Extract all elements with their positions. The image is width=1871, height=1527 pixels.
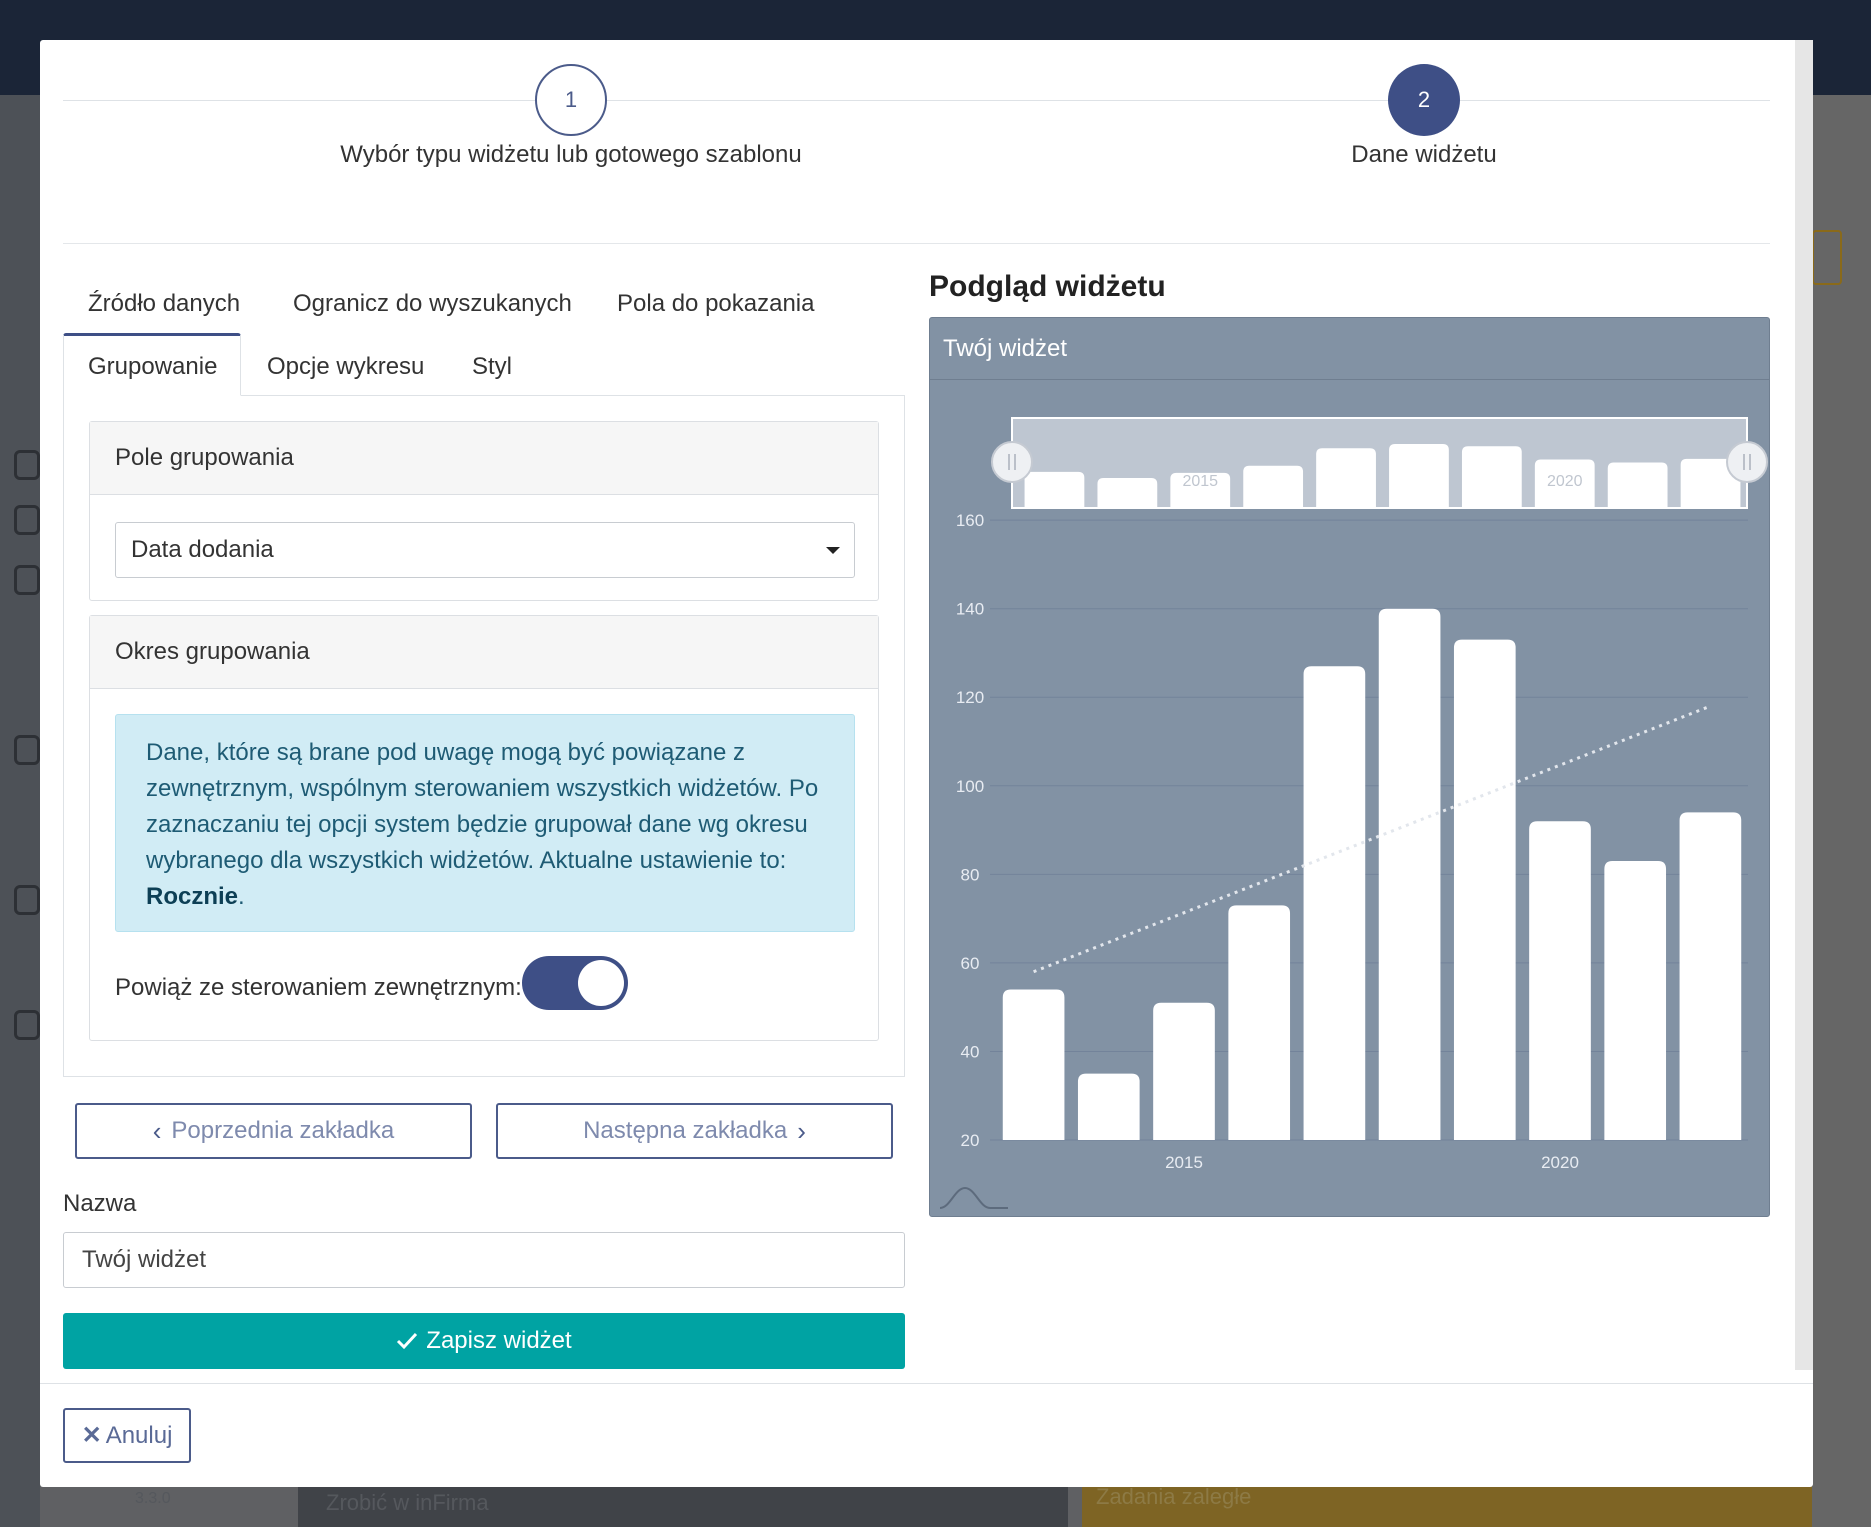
- grouping-field-value: Data dodania: [131, 536, 274, 563]
- navigator-handle: [1726, 441, 1768, 483]
- navigator-tick-label: 2020: [1547, 473, 1583, 490]
- sidebar-icon: [14, 565, 40, 595]
- y-tick-label: 80: [961, 865, 980, 884]
- next-tab-button[interactable]: Następna zakładka ›: [496, 1103, 893, 1159]
- step-2-label: Dane widżetu: [1351, 141, 1497, 168]
- external-control-label: Powiąż ze sterowaniem zewnętrznym:: [115, 974, 522, 1001]
- sidebar-icon: [14, 885, 40, 915]
- sidebar-icon: [14, 450, 40, 480]
- y-tick-label: 40: [961, 1042, 980, 1061]
- cancel-label: Anuluj: [105, 1421, 173, 1449]
- preview-title: Podgląd widżetu: [929, 270, 1166, 303]
- external-control-toggle[interactable]: [522, 956, 628, 1010]
- footer-divider: [40, 1383, 1813, 1384]
- navigator-bar: [1389, 444, 1449, 508]
- navigator-bar: [1461, 446, 1522, 508]
- cancel-button[interactable]: ✕ Anuluj: [63, 1408, 191, 1463]
- chart-bar: [1604, 861, 1667, 1140]
- grouping-period-title: Okres grupowania: [90, 616, 878, 689]
- navigator-handle: [991, 441, 1033, 483]
- background-right-area: [1812, 95, 1871, 1527]
- tab-grouping[interactable]: Grupowanie: [88, 353, 217, 381]
- y-tick-label: 100: [956, 777, 984, 796]
- wave-icon: [939, 1186, 1008, 1209]
- save-widget-label: Zapisz widżet: [426, 1327, 572, 1354]
- x-tick-label: 2015: [1165, 1153, 1203, 1172]
- grouping-period-card: Okres grupowania Dane, które są brane po…: [89, 615, 879, 1041]
- navigator-bar: [1097, 478, 1158, 508]
- info-text: Dane, które są brane pod uwagę mogą być …: [146, 739, 819, 874]
- navigator-tick-label: 2015: [1182, 473, 1218, 490]
- chevron-left-icon: ‹: [152, 1115, 162, 1146]
- previous-tab-button[interactable]: ‹ Poprzednia zakładka: [75, 1103, 472, 1159]
- grouping-field-title: Pole grupowania: [90, 422, 878, 495]
- background-sidebar: [0, 95, 40, 1527]
- check-icon: [397, 1332, 418, 1350]
- save-widget-button[interactable]: Zapisz widżet: [63, 1313, 905, 1369]
- y-tick-label: 120: [956, 688, 984, 707]
- y-tick-label: 160: [956, 511, 984, 530]
- chart-bar: [1153, 1002, 1215, 1140]
- background-accent: [1812, 230, 1842, 285]
- info-value: Rocznie: [146, 883, 239, 910]
- widget-preview: Twój widżet 20 40 60 80 100 120 140 160 2015 2020…: [929, 317, 1770, 1217]
- chart-bar: [1679, 812, 1742, 1140]
- tab-style[interactable]: Styl: [472, 353, 512, 381]
- name-label: Nazwa: [63, 1190, 137, 1217]
- y-tick-label: 60: [961, 954, 980, 973]
- y-tick-label: 20: [961, 1131, 980, 1150]
- info-alert: Dane, które są brane pod uwagę mogą być …: [115, 714, 855, 932]
- x-tick-label: 2020: [1541, 1153, 1579, 1172]
- chart-bar: [1002, 989, 1065, 1140]
- sidebar-icon: [14, 1010, 40, 1040]
- chart[interactable]: 20 40 60 80 100 120 140 160 2015 2020 2015 2020: [930, 318, 1771, 1218]
- step-1-circle[interactable]: 1: [535, 64, 607, 136]
- sidebar-icon: [14, 505, 40, 535]
- navigator-bar: [1024, 471, 1085, 508]
- sidebar-icon: [14, 735, 40, 765]
- caret-down-icon: [826, 547, 840, 554]
- chart-bar: [1077, 1073, 1140, 1140]
- chart-bar: [1453, 639, 1516, 1140]
- modal-scrollbar[interactable]: [1795, 40, 1813, 1370]
- step-2-circle[interactable]: 2: [1388, 64, 1460, 136]
- tab-limit-to-search[interactable]: Ogranicz do wyszukanych: [293, 290, 572, 318]
- navigator-bar: [1316, 448, 1376, 508]
- navigator-bar: [1243, 465, 1304, 508]
- toggle-knob: [578, 960, 624, 1006]
- background-panel-title: Zrobić w inFirma: [298, 1484, 1068, 1527]
- stepper-line: [63, 100, 1770, 101]
- step-1-label: Wybór typu widżetu lub gotowego szablonu: [340, 141, 802, 168]
- app-version: 3.3.0: [135, 1490, 171, 1507]
- previous-tab-label: Poprzednia zakładka: [171, 1117, 395, 1144]
- chart-bar: [1529, 821, 1591, 1140]
- chart-bar: [1378, 608, 1441, 1140]
- grouping-field-card: Pole grupowania Data dodania: [89, 421, 879, 601]
- tab-chart-options[interactable]: Opcje wykresu: [267, 353, 424, 381]
- grouping-field-select[interactable]: Data dodania: [115, 522, 855, 578]
- info-suffix: .: [238, 883, 245, 910]
- tab-data-source[interactable]: Źródło danych: [88, 290, 240, 318]
- tab-fields-to-show[interactable]: Pola do pokazania: [617, 290, 814, 318]
- y-tick-label: 140: [956, 600, 984, 619]
- chart-bar: [1228, 905, 1291, 1140]
- chart-bar: [1303, 666, 1366, 1140]
- name-input[interactable]: [63, 1232, 905, 1288]
- navigator-bar: [1607, 462, 1668, 508]
- close-icon: ✕: [81, 1422, 102, 1449]
- chevron-right-icon: ›: [797, 1115, 806, 1146]
- divider: [63, 243, 1770, 244]
- next-tab-label: Następna zakładka: [583, 1117, 788, 1144]
